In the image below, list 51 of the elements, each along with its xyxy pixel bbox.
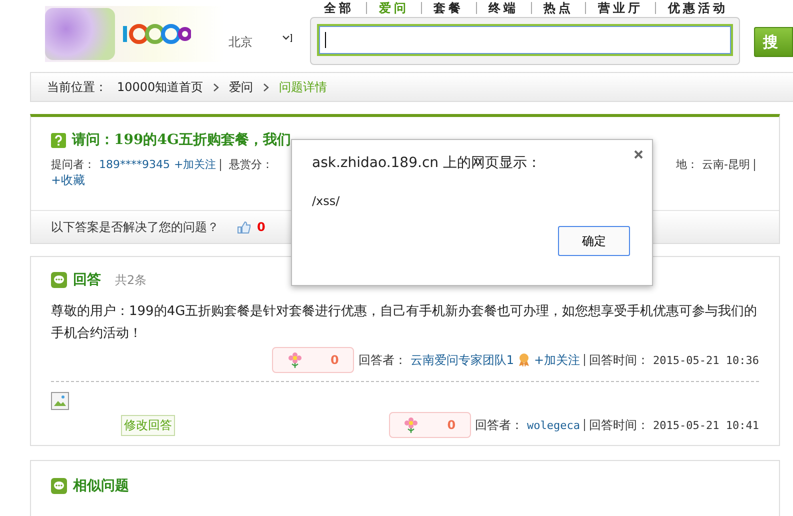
nav-tab[interactable]: 全部 (312, 1, 366, 15)
nav-tab[interactable]: 套餐 (422, 1, 476, 15)
nav-tab[interactable]: 终端 (476, 1, 531, 15)
dialog-message: /xss/ (312, 194, 341, 208)
chat-bubble-icon (51, 272, 67, 288)
answer-time: 2015-05-21 10:41 (653, 418, 759, 432)
city-select[interactable]: 北京 (228, 34, 292, 51)
answer-time-label: 回答时间： (589, 352, 650, 368)
favorite-link[interactable]: +收藏 (51, 172, 86, 189)
broken-image-icon (51, 392, 69, 410)
similar-questions-title: 相似问题 (73, 477, 129, 495)
flower-garden-drawing (45, 8, 115, 60)
breadcrumb-link[interactable]: 爱问 (229, 78, 254, 96)
like-count: 0 (257, 220, 266, 234)
chevron-icon (263, 82, 270, 92)
dropdown-arrow-icon (282, 34, 292, 42)
dialog-title: ask.zhidao.189.cn 上的网页显示： (312, 154, 542, 172)
asker-label: 提问者： (51, 157, 95, 172)
question-mark-icon (51, 132, 66, 148)
flower-icon (404, 417, 418, 433)
breadcrumb-link[interactable]: 10000知道首页 (117, 78, 204, 96)
breadcrumb-label: 当前位置： (47, 78, 107, 96)
answers-title: 回答 (73, 271, 101, 289)
question-title: 请问：199的4G五折购套餐，我们 (72, 131, 291, 149)
search-field[interactable] (317, 24, 734, 56)
close-icon[interactable] (634, 150, 643, 159)
nav-tab[interactable]: 爱问 (366, 1, 421, 15)
answerer-link[interactable]: wolegeca (527, 418, 580, 432)
answerer-link[interactable]: 云南爱问专家团队1 (410, 352, 514, 368)
solved-prompt: 以下答案是否解决了您的问题？ (51, 218, 219, 236)
reward-label: 悬赏分： (229, 157, 274, 172)
chat-bubble-icon (51, 478, 67, 494)
medal-icon (518, 353, 530, 367)
follow-link[interactable]: +加关注 (534, 352, 580, 368)
location-label: 地： (676, 157, 698, 172)
chevron-icon (213, 82, 220, 92)
answer-text: 尊敬的用户：199的4G五折购套餐是针对套餐进行优惠，自己有手机新办套餐也可办理，如您想享受手机优惠可参与我们的手机合约活动！ (51, 303, 758, 343)
nav-tab[interactable]: 营业厅 (586, 1, 656, 15)
answer-time-label: 回答时间： (589, 416, 650, 434)
flower-icon (288, 352, 302, 368)
answerer-label: 回答者： (358, 352, 406, 368)
answerer-label: 回答者： (475, 416, 524, 434)
thumbs-up-icon[interactable] (237, 220, 251, 234)
answer-time: 2015-05-21 10:36 (653, 354, 759, 366)
nav-tab[interactable]: 热点 (531, 1, 586, 15)
nav-tab[interactable]: 优惠活动 (656, 1, 740, 15)
ok-button[interactable]: 确定 (558, 226, 630, 256)
follow-link[interactable]: +加关注 (174, 157, 216, 172)
location-value: 云南-昆明 (702, 157, 750, 172)
answer-count: 共2条 (115, 272, 147, 288)
asker-link[interactable]: 189****9345 (99, 158, 170, 171)
